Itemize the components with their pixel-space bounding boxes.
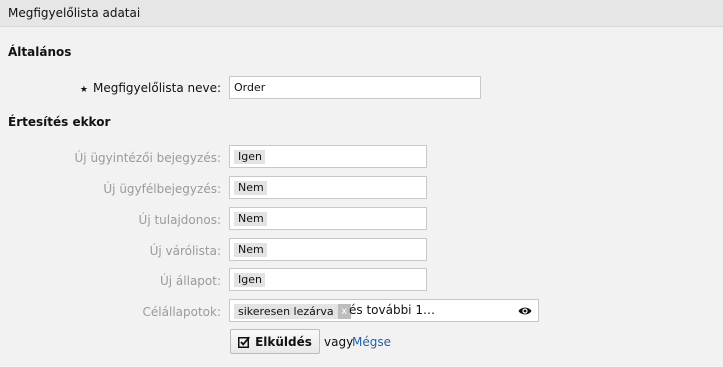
new-state-label: Új állapot: [159,274,221,288]
watchlist-name-label: ★ Megfigyelőlista neve: [80,81,221,95]
new-agent-note-value: Igen [234,150,265,164]
more-selected-text: és további 1… [349,303,435,317]
new-owner-select[interactable]: Nem [229,207,427,230]
submit-button[interactable]: Elküldés [230,329,320,354]
checkbox-check-icon [238,336,251,348]
new-queue-select[interactable]: Nem [229,238,427,261]
panel-title: Megfigyelőlista adatai [8,6,141,20]
submit-button-label: Elküldés [255,334,312,349]
new-customer-note-value: Nem [234,181,267,195]
target-state-chip: sikeresen lezárva x [234,304,351,319]
new-agent-note-select[interactable]: Igen [229,145,427,168]
target-states-select[interactable]: sikeresen lezárva x és további 1… [229,299,539,322]
watchlist-name-label-text: Megfigyelőlista neve: [93,81,221,95]
new-state-select[interactable]: Igen [229,268,427,291]
panel-header: Megfigyelőlista adatai [0,0,723,27]
new-queue-value: Nem [234,243,267,257]
new-owner-label: Új tulajdonos: [138,213,221,227]
watchlist-name-input[interactable] [230,77,480,98]
new-customer-note-label: Új ügyfélbejegyzés: [103,182,221,196]
section-title-general: Általános [8,45,72,59]
eye-icon[interactable] [518,305,532,317]
cancel-link[interactable]: Mégse [352,335,391,349]
new-agent-note-label: Új ügyintézői bejegyzés: [74,151,221,165]
new-customer-note-select[interactable]: Nem [229,176,427,199]
section-title-notify: Értesítés ekkor [8,115,111,129]
new-state-value: Igen [234,273,265,287]
or-text: vagy [324,335,354,349]
target-states-label: Célállapotok: [142,305,221,319]
new-owner-value: Nem [234,212,267,226]
target-state-chip-label: sikeresen lezárva [238,305,334,318]
watchlist-name-field[interactable] [229,76,481,99]
new-queue-label: Új várólista: [149,244,221,258]
required-star-icon: ★ [79,85,88,95]
